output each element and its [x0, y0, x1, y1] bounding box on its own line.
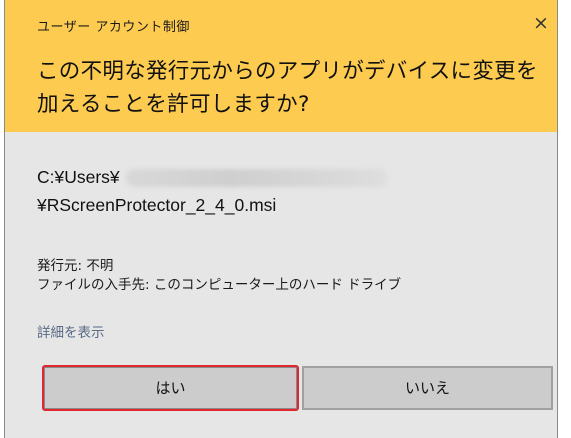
file-path-prefix: C:¥Users¥ [37, 167, 120, 187]
redacted-path [125, 169, 388, 188]
file-path-line-1: C:¥Users¥ [37, 163, 547, 191]
publisher-info: 発行元: 不明 ファイルの入手先: このコンピューター上のハード ドライブ [37, 257, 401, 295]
question-line-2: 加えることを許可しますか? [37, 92, 310, 117]
no-button[interactable]: いいえ [302, 366, 553, 410]
file-path: C:¥Users¥ ¥RScreenProtector_2_4_0.msi [37, 163, 547, 219]
dialog-header: ユーザー アカウント制御 × この不明な発行元からのアプリがデバイスに変更を 加… [5, 0, 557, 132]
yes-button[interactable]: はい [42, 365, 299, 411]
question-line-1: この不明な発行元からのアプリがデバイスに変更を [37, 59, 538, 84]
dialog-title: ユーザー アカウント制御 [37, 20, 190, 35]
publisher-line: 発行元: 不明 [37, 258, 114, 274]
uac-dialog: ユーザー アカウント制御 × この不明な発行元からのアプリがデバイスに変更を 加… [4, 0, 558, 438]
show-details-link[interactable]: 詳細を表示 [37, 321, 105, 341]
origin-line: ファイルの入手先: このコンピューター上のハード ドライブ [37, 277, 402, 293]
close-icon[interactable]: × [531, 13, 551, 33]
file-name: ¥RScreenProtector_2_4_0.msi [37, 195, 277, 215]
question-text: この不明な発行元からのアプリがデバイスに変更を 加えることを許可しますか? [37, 55, 547, 121]
